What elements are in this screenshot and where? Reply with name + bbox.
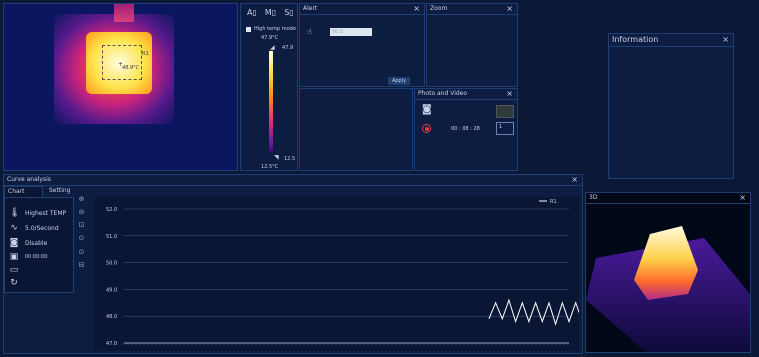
view3d-surface[interactable] [586, 204, 750, 352]
roi-temp: 48.9°C [122, 65, 140, 71]
zoom-out-icon[interactable]: ⊖ [77, 208, 86, 217]
chart-ytick-label: 52.0 [106, 207, 117, 213]
sidebar-highest-temp-label: Highest TEMP [25, 209, 67, 217]
palette-auto-icon[interactable]: A▯ [247, 8, 257, 17]
information-close-icon[interactable]: × [722, 34, 729, 46]
sidebar-sampling[interactable]: ∿ 5.0/Second [9, 222, 59, 234]
colorbar-high-marker-value: 47.9 [282, 45, 294, 51]
sidebar-highest-temp[interactable]: 🌡 Highest TEMP [9, 207, 66, 219]
information-panel: Information × [608, 33, 734, 179]
chart-ytick-label: 49.0 [106, 287, 117, 293]
chart-frame [94, 197, 579, 351]
view3d-close-icon[interactable]: × [739, 193, 746, 203]
fit-view-icon[interactable]: ⊡ [77, 221, 86, 230]
sidebar-refresh[interactable]: ↻ [9, 277, 19, 289]
photo-video-close-icon[interactable]: × [506, 89, 513, 99]
export-icon[interactable]: ⊟ [77, 261, 86, 270]
alert-apply-button[interactable]: Apply [388, 77, 410, 85]
photo-video-panel: Photo and Video × ◙ 00 : 08 : 28 1 [414, 88, 518, 171]
thermal-stem [114, 4, 134, 22]
temperature-chart[interactable]: 52.0 51.0 50.0 49.0 48.0 47.0 R1 [94, 197, 579, 351]
zoom-y-icon[interactable]: ⊙ [77, 248, 86, 257]
zoom-title: Zoom [427, 4, 517, 15]
view3d-title: 3D [586, 193, 750, 204]
curve-analysis-close-icon[interactable]: × [571, 175, 578, 185]
palette-buttons: A▯ M▯ S▯ [247, 8, 294, 17]
curve-analysis-title: Curve analysis [4, 175, 582, 186]
colorbar-high-marker-icon[interactable]: ◢ [270, 44, 275, 51]
colorbar-bottom-temp: 12.5°C [261, 164, 279, 170]
camera-icon: ◙ [9, 238, 19, 248]
high-temp-mode-label: High temp mode [254, 26, 296, 32]
surface-peak [634, 226, 698, 300]
chart-ytick-label: 48.0 [106, 314, 117, 320]
chart-ytick-label: 51.0 [106, 234, 117, 240]
refresh-icon: ↻ [10, 278, 18, 288]
colorbar-low-marker-icon[interactable]: ◥ [274, 154, 279, 161]
information-title: Information [609, 34, 733, 47]
thermal-view[interactable]: R1 48.9°C + [3, 3, 238, 171]
high-temp-mode[interactable]: High temp mode [246, 26, 296, 32]
zoom-x-icon[interactable]: ⊙ [77, 234, 86, 243]
chart-legend-label: R1 [550, 199, 557, 205]
sidebar-sampling-label: 5.0/Second [25, 224, 59, 232]
curve-sidebar: 🌡 Highest TEMP ∿ 5.0/Second ◙ Disable ▣ 00:0… [4, 197, 74, 293]
sidebar-time[interactable]: ▣ 00:00:00 [9, 251, 48, 263]
pulse-icon: ∿ [10, 223, 18, 233]
high-temp-checkbox[interactable] [246, 26, 251, 32]
curve-analysis-panel: Curve analysis × Chart Setting 🌡 Highest … [3, 174, 583, 354]
sidebar-time-label: 00:00:00 [25, 254, 48, 260]
zoom-close-icon[interactable]: × [506, 4, 513, 14]
alert-title: Alert [300, 4, 424, 15]
palette-semi-icon[interactable]: S▯ [284, 8, 293, 17]
sidebar-camera-label: Disable [25, 239, 48, 247]
sidebar-camera[interactable]: ◙ Disable [9, 237, 48, 249]
folder-icon: ▭ [9, 265, 19, 275]
palette-manual-icon[interactable]: M▯ [265, 8, 276, 17]
record-timer: 00 : 08 : 28 [451, 126, 480, 132]
alert-hand-icon: ☝ [307, 27, 312, 36]
photo-video-title: Photo and Video [415, 89, 517, 100]
zoom-panel: Zoom × [426, 3, 518, 87]
roi-center-marker: + [118, 61, 124, 68]
photo-preview-box [496, 105, 514, 118]
alert-value-input[interactable]: 50.0 [330, 28, 372, 36]
zoom-in-icon[interactable]: ⊕ [77, 195, 86, 204]
record-icon[interactable] [422, 124, 431, 133]
colorbar-gradient [269, 51, 273, 153]
chart-ytick-label: 50.0 [106, 261, 117, 267]
alert-close-icon[interactable]: × [413, 4, 420, 14]
calendar-icon: ▣ [9, 252, 19, 262]
chart-ytick-label: 47.0 [106, 341, 117, 347]
empty-panel [299, 88, 413, 171]
sidebar-folder[interactable]: ▭ [9, 264, 19, 276]
colorbar-low-marker-value: 12.5 [284, 156, 296, 162]
thermometer-icon: 🌡 [9, 208, 21, 218]
view3d-panel: 3D × [585, 192, 751, 353]
roi-label: R1 [142, 51, 149, 57]
colorbar-panel: A▯ M▯ S▯ High temp mode 47.9°C ◢ 47.9 ◥ … [240, 3, 298, 171]
record-spinner[interactable]: 1 [496, 122, 514, 135]
alert-panel: Alert × ☝ 50.0 Apply [299, 3, 425, 87]
photo-camera-icon[interactable]: ◙ [422, 104, 432, 115]
colorbar-top-temp: 47.9°C [261, 35, 279, 41]
